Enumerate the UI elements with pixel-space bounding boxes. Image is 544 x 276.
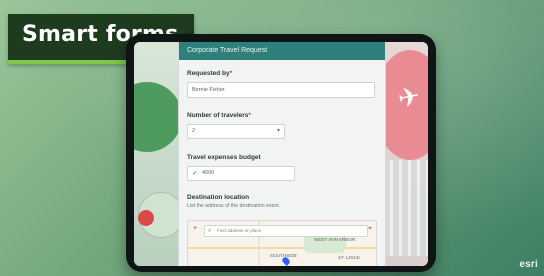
requested-by-label: Requested by* [187,70,375,77]
left-illustration [134,42,184,266]
requested-by-input[interactable]: Bernie Fisher [187,82,375,98]
number-of-travelers-label-text: Number of travelers [187,112,249,119]
map-place-label: ST. LOUIS [338,255,360,260]
form-title: Corporate Travel Request [179,42,385,60]
number-of-travelers-field: Number of travelers* 2 ▾ [187,112,375,139]
survey-form: Corporate Travel Request Requested by* B… [178,42,386,266]
requested-by-field: Requested by* Bernie Fisher [187,70,375,98]
destination-location-field: Destination location List the address of… [187,194,375,209]
travel-budget-input[interactable]: ✓ 4000 [187,166,295,181]
map-place-label: WEST ANN ARBOR [314,237,356,242]
number-of-travelers-value: 2 [192,128,196,134]
destination-location-label: Destination location [187,194,250,201]
tablet-screen: ✈ Corporate Travel Request Requested by*… [134,42,428,266]
locate-icon[interactable]: ⌖ [368,225,372,233]
map-search-input[interactable]: ⌕ Find address or place [204,225,368,237]
buildings-decoration [384,160,428,256]
requested-by-label-text: Requested by [187,70,230,77]
location-map[interactable]: + ⌕ Find address or place ⌖ SOUTHSIDE WE… [187,220,377,266]
red-dot-decoration [138,210,154,226]
zoom-in-icon[interactable]: + [193,225,197,232]
travel-budget-label: Travel expenses budget [187,154,261,161]
search-icon: ⌕ [208,228,212,234]
esri-logo: esri [519,259,538,270]
map-road [188,247,376,249]
chevron-down-icon: ▾ [276,128,280,134]
destination-location-hint: List the address of the destination even… [187,203,281,209]
required-marker: * [248,112,251,119]
map-search-placeholder: Find address or place [217,228,262,233]
right-illustration: ✈ [374,42,428,266]
required-marker: * [229,70,233,77]
travel-budget-value: 4000 [202,170,215,176]
number-of-travelers-label: Number of travelers* [187,112,375,119]
number-of-travelers-select[interactable]: 2 ▾ [187,124,285,139]
green-circle-decoration [134,82,182,152]
travel-budget-field: Travel expenses budget ✓ 4000 [187,154,375,181]
check-icon: ✓ [192,170,198,177]
